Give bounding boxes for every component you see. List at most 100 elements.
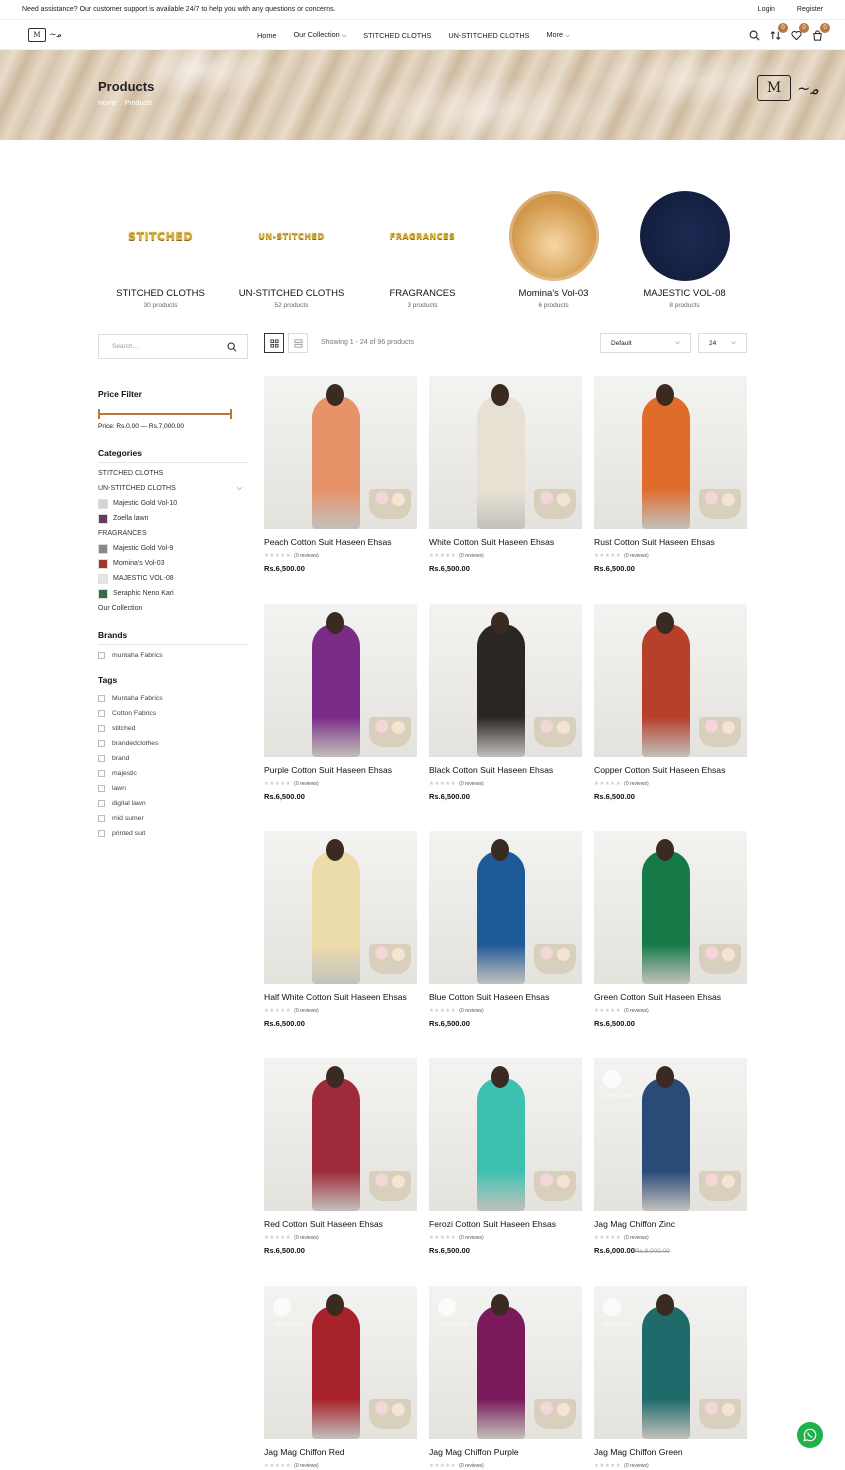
product-card[interactable]: STITCHED Jag Mag Chiffon Zinc ★★★★★ (0 revi… bbox=[594, 1058, 747, 1255]
product-title[interactable]: Blue Cotton Suit Haseen Ehsas bbox=[429, 992, 582, 1002]
nav-stitched[interactable]: STITCHED CLOTHS bbox=[363, 31, 431, 40]
per-page-select[interactable]: 24 ⌵ bbox=[698, 333, 747, 353]
checkbox[interactable] bbox=[98, 710, 105, 717]
product-image[interactable] bbox=[429, 1058, 582, 1211]
list-view-button[interactable] bbox=[288, 333, 308, 353]
category-fragrances[interactable]: FRAGRANCES FRAGRANCES 3 products bbox=[357, 190, 488, 310]
compare-icon[interactable]: 0 bbox=[769, 23, 788, 41]
product-card[interactable]: Peach Cotton Suit Haseen Ehsas ★★★★★ (0 re… bbox=[264, 376, 417, 573]
site-logo[interactable]: M ~ﻣ bbox=[28, 27, 88, 42]
product-image[interactable] bbox=[429, 831, 582, 984]
grid-view-button[interactable] bbox=[264, 333, 284, 353]
product-card[interactable]: Purple Cotton Suit Haseen Ehsas ★★★★★ (0 r… bbox=[264, 604, 417, 801]
product-title[interactable]: Jag Mag Chiffon Zinc bbox=[594, 1219, 747, 1229]
category-link[interactable]: FRAGRANCES bbox=[98, 526, 248, 541]
product-title[interactable]: Purple Cotton Suit Haseen Ehsas bbox=[264, 765, 417, 775]
product-card[interactable]: STITCHED Jag Mag Chiffon Green ★★★★★ (0 rev… bbox=[594, 1286, 747, 1469]
product-card[interactable]: STITCHED Jag Mag Chiffon Purple ★★★★★ (0 re… bbox=[429, 1286, 582, 1469]
checkbox[interactable] bbox=[98, 785, 105, 792]
category-link[interactable]: STITCHED CLOTHS bbox=[98, 466, 248, 481]
category-link[interactable]: Seraphic Neno Kari bbox=[98, 586, 248, 601]
nav-more[interactable]: More ⌵ bbox=[546, 30, 569, 40]
checkbox[interactable] bbox=[98, 695, 105, 702]
price-slider-min-handle[interactable] bbox=[98, 409, 100, 419]
checkbox[interactable] bbox=[98, 725, 105, 732]
breadcrumb-home[interactable]: Home bbox=[98, 100, 117, 107]
checkbox[interactable] bbox=[98, 800, 105, 807]
product-image[interactable] bbox=[594, 376, 747, 529]
checkbox[interactable] bbox=[98, 755, 105, 762]
product-card[interactable]: Black Cotton Suit Haseen Ehsas ★★★★★ (0 re… bbox=[429, 604, 582, 801]
price-slider-max-handle[interactable] bbox=[230, 409, 232, 419]
register-link[interactable]: Register bbox=[797, 6, 823, 13]
checkbox[interactable] bbox=[98, 770, 105, 777]
product-title[interactable]: White Cotton Suit Haseen Ehsas bbox=[429, 537, 582, 547]
tag-checkbox[interactable]: stitched bbox=[98, 721, 248, 736]
tag-checkbox[interactable]: majestic bbox=[98, 766, 248, 781]
product-image[interactable] bbox=[264, 376, 417, 529]
product-image[interactable] bbox=[594, 604, 747, 757]
tag-checkbox[interactable]: brandedclothes bbox=[98, 736, 248, 751]
product-image[interactable]: STITCHED bbox=[594, 1286, 747, 1439]
product-card[interactable]: Half White Cotton Suit Haseen Ehsas ★★★★★… bbox=[264, 831, 417, 1028]
category-link[interactable]: Majestic Gold Vol-9 bbox=[98, 541, 248, 556]
product-title[interactable]: Ferozi Cotton Suit Haseen Ehsas bbox=[429, 1219, 582, 1229]
product-image[interactable] bbox=[264, 1058, 417, 1211]
tag-checkbox[interactable]: brand bbox=[98, 751, 248, 766]
tag-checkbox[interactable]: lawn bbox=[98, 781, 248, 796]
nav-unstitched[interactable]: UN-STITCHED CLOTHS bbox=[448, 31, 529, 40]
tag-checkbox[interactable]: mid sumer bbox=[98, 811, 248, 826]
product-title[interactable]: Black Cotton Suit Haseen Ehsas bbox=[429, 765, 582, 775]
search-input[interactable]: Search... bbox=[98, 334, 248, 359]
search-icon[interactable] bbox=[227, 342, 237, 352]
chevron-down-icon[interactable]: ⌵ bbox=[237, 485, 242, 493]
category-link[interactable]: Zoella lawn bbox=[98, 511, 248, 526]
product-card[interactable]: Ferozi Cotton Suit Haseen Ehsas ★★★★★ (0 r… bbox=[429, 1058, 582, 1255]
product-card[interactable]: Red Cotton Suit Haseen Ehsas ★★★★★ (0 revi… bbox=[264, 1058, 417, 1255]
product-image[interactable] bbox=[264, 831, 417, 984]
search-icon[interactable] bbox=[748, 29, 760, 41]
tag-checkbox[interactable]: printed suit bbox=[98, 826, 248, 841]
product-title[interactable]: Green Cotton Suit Haseen Ehsas bbox=[594, 992, 747, 1002]
product-image[interactable]: STITCHED bbox=[594, 1058, 747, 1211]
product-card[interactable]: Rust Cotton Suit Haseen Ehsas ★★★★★ (0 rev… bbox=[594, 376, 747, 573]
product-image[interactable]: STITCHED bbox=[429, 1286, 582, 1439]
tag-checkbox[interactable]: digital lawn bbox=[98, 796, 248, 811]
nav-home[interactable]: Home bbox=[257, 31, 276, 40]
product-card[interactable]: Blue Cotton Suit Haseen Ehsas ★★★★★ (0 rev… bbox=[429, 831, 582, 1028]
product-title[interactable]: Copper Cotton Suit Haseen Ehsas bbox=[594, 765, 747, 775]
category-majestic[interactable]: MAJESTIC VOL-08 8 products bbox=[619, 190, 750, 309]
product-title[interactable]: Jag Mag Chiffon Red bbox=[264, 1447, 417, 1457]
checkbox[interactable] bbox=[98, 815, 105, 822]
product-image[interactable] bbox=[429, 604, 582, 757]
product-card[interactable]: STITCHED Jag Mag Chiffon Red ★★★★★ (0 revie… bbox=[264, 1286, 417, 1469]
product-card[interactable]: Copper Cotton Suit Haseen Ehsas ★★★★★ (0 r… bbox=[594, 604, 747, 801]
login-link[interactable]: Login bbox=[758, 6, 775, 13]
checkbox[interactable] bbox=[98, 740, 105, 747]
product-title[interactable]: Peach Cotton Suit Haseen Ehsas bbox=[264, 537, 417, 547]
product-image[interactable]: STITCHED bbox=[264, 1286, 417, 1439]
wishlist-icon[interactable]: 0 bbox=[790, 23, 809, 41]
category-link[interactable]: MAJESTIC VOL-08 bbox=[98, 571, 248, 586]
product-image[interactable] bbox=[264, 604, 417, 757]
product-title[interactable]: Jag Mag Chiffon Green bbox=[594, 1447, 747, 1457]
product-title[interactable]: Half White Cotton Suit Haseen Ehsas bbox=[264, 992, 417, 1002]
category-mominas[interactable]: Momina's Vol-03 6 products bbox=[488, 190, 619, 309]
tag-checkbox[interactable]: Cotton Fabrics bbox=[98, 706, 248, 721]
category-stitched[interactable]: STITCHED STITCHED CLOTHS 30 products bbox=[95, 190, 226, 310]
sort-select[interactable]: Default ⌵ bbox=[600, 333, 691, 353]
category-link-unstitched[interactable]: UN-STITCHED CLOTHS ⌵ bbox=[98, 481, 248, 496]
product-image[interactable] bbox=[594, 831, 747, 984]
tag-checkbox[interactable]: Muntaha Fabrics bbox=[98, 691, 248, 706]
product-title[interactable]: Red Cotton Suit Haseen Ehsas bbox=[264, 1219, 417, 1229]
product-title[interactable]: Jag Mag Chiffon Purple bbox=[429, 1447, 582, 1457]
product-image[interactable] bbox=[429, 376, 582, 529]
category-link[interactable]: Our Collection bbox=[98, 601, 248, 616]
category-link[interactable]: Majestic Gold Vol-10 bbox=[98, 496, 248, 511]
product-card[interactable]: White Cotton Suit Haseen Ehsas ★★★★★ (0 re… bbox=[429, 376, 582, 573]
cart-icon[interactable]: 0 bbox=[811, 23, 830, 41]
category-unstitched[interactable]: UN-STITCHED UN-STITCHED CLOTHS 52 produc… bbox=[226, 190, 357, 310]
whatsapp-button[interactable] bbox=[797, 1422, 823, 1448]
product-card[interactable]: Green Cotton Suit Haseen Ehsas ★★★★★ (0 re… bbox=[594, 831, 747, 1028]
nav-our-collection[interactable]: Our Collection ⌵ bbox=[293, 30, 346, 40]
